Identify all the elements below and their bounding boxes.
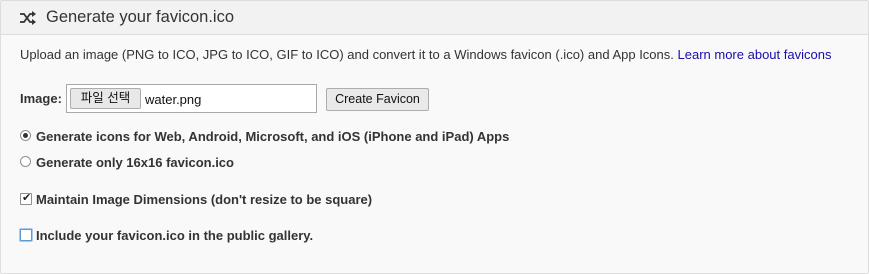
learn-more-link[interactable]: Learn more about favicons — [678, 47, 832, 62]
create-favicon-button[interactable]: Create Favicon — [326, 88, 429, 111]
option-public-gallery-label[interactable]: Include your favicon.ico in the public g… — [36, 228, 313, 243]
image-label: Image: — [20, 91, 62, 106]
selected-file-name: water.png — [145, 92, 202, 107]
radio-generate-16[interactable] — [20, 156, 31, 167]
radio-generate-all[interactable] — [20, 130, 31, 141]
favicon-generator-panel: Generate your favicon.ico Upload an imag… — [0, 0, 869, 274]
page-title: Generate your favicon.ico — [46, 8, 235, 26]
option-generate-16-label[interactable]: Generate only 16x16 favicon.ico — [36, 155, 234, 170]
checkbox-public-gallery[interactable] — [20, 229, 32, 241]
panel-heading: Generate your favicon.ico — [1, 1, 868, 35]
checkbox-maintain-dimensions[interactable]: ✔ — [20, 192, 32, 205]
checkmark-icon: ✔ — [22, 192, 32, 204]
option-generate-all-label[interactable]: Generate icons for Web, Android, Microso… — [36, 129, 509, 144]
option-maintain-dimensions-label[interactable]: Maintain Image Dimensions (don't resize … — [36, 192, 372, 207]
intro-text: Upload an image (PNG to ICO, JPG to ICO,… — [20, 47, 831, 62]
file-input[interactable]: 파일 선택 water.png — [66, 84, 317, 113]
intro-description: Upload an image (PNG to ICO, JPG to ICO,… — [20, 47, 674, 62]
shuffle-icon — [20, 11, 36, 25]
choose-file-button[interactable]: 파일 선택 — [70, 88, 141, 109]
